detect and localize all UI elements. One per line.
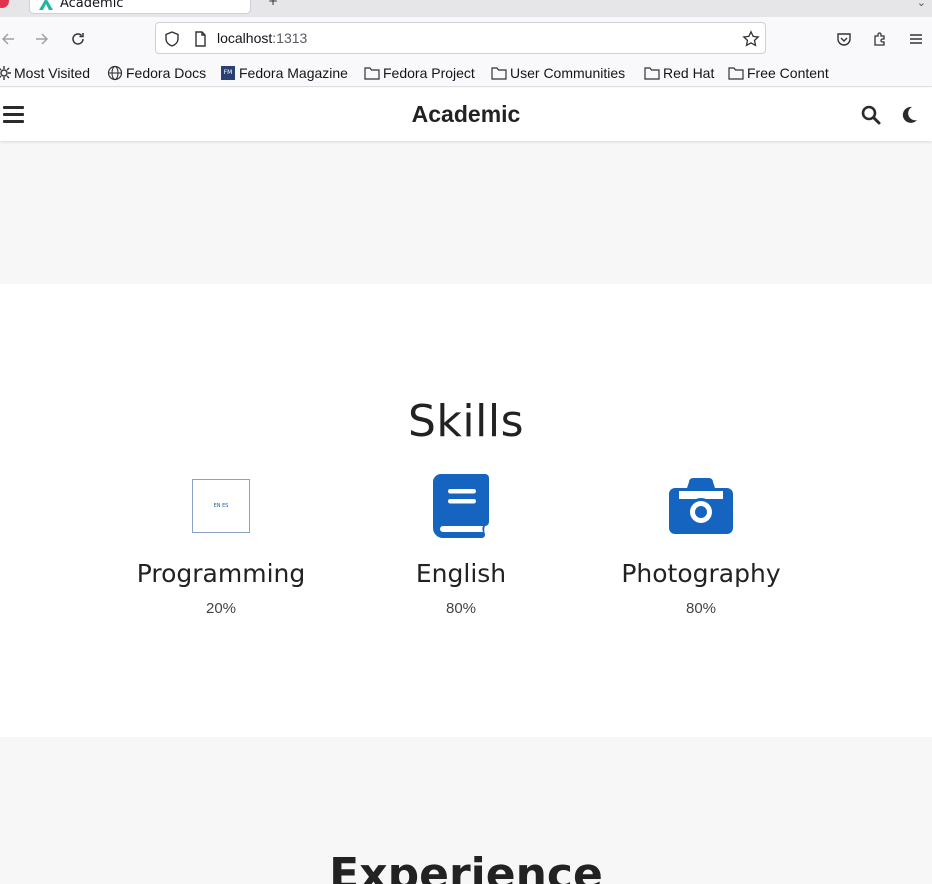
folder-icon: [491, 67, 507, 80]
bookmark-fedora-magazine[interactable]: FM Fedora Magazine: [220, 65, 348, 81]
window-close-button[interactable]: [0, 0, 9, 8]
skill-name: Photography: [621, 559, 781, 588]
bookmark-red-hat[interactable]: Red Hat: [644, 65, 714, 81]
arrow-left-icon: [1, 33, 14, 45]
reload-button[interactable]: [64, 26, 92, 52]
url-text: localhost:1313: [217, 30, 308, 46]
url-bar[interactable]: localhost:1313: [155, 22, 766, 54]
fedora-magazine-icon: FM: [221, 66, 235, 80]
reload-icon: [72, 33, 84, 45]
skill-programming: EN ES Programming 20%: [101, 474, 341, 617]
experience-heading: Experience: [329, 849, 603, 884]
new-tab-button[interactable]: +: [268, 0, 278, 8]
bookmarks-toolbar: Most Visited Fedora Docs FM Fedora Magaz…: [0, 61, 932, 87]
skill-english: English 80%: [341, 474, 581, 617]
pocket-button[interactable]: [830, 26, 858, 52]
pocket-icon: [837, 33, 851, 46]
bookmark-fedora-project[interactable]: Fedora Project: [364, 65, 475, 81]
broken-image-icon: EN ES: [192, 479, 250, 533]
site-navbar: Academic: [0, 88, 932, 141]
skill-percent: 80%: [445, 600, 477, 617]
tab-strip: Academic + ⌄: [0, 0, 932, 17]
skills-section: Skills EN ES Programming 20% English 80%: [0, 284, 932, 737]
arrow-right-icon: [36, 33, 49, 45]
skill-name: Programming: [136, 559, 306, 588]
menu-icon: [910, 34, 922, 44]
search-icon[interactable]: [861, 105, 881, 125]
hero-section: [0, 141, 932, 284]
extensions-button[interactable]: [866, 26, 894, 52]
tab-title: Academic: [60, 0, 124, 11]
globe-icon: [107, 65, 123, 81]
skill-percent: 20%: [205, 600, 237, 617]
navigation-toolbar: localhost:1313: [0, 17, 932, 61]
site-brand[interactable]: Academic: [0, 101, 932, 128]
skill-photography: Photography 80%: [581, 474, 821, 617]
forward-button[interactable]: [28, 26, 56, 52]
shield-icon[interactable]: [163, 30, 181, 48]
book-icon: [433, 474, 489, 538]
puzzle-icon: [874, 32, 885, 46]
page-icon[interactable]: [191, 30, 209, 48]
bookmark-fedora-docs[interactable]: Fedora Docs: [107, 65, 206, 81]
browser-tab[interactable]: Academic: [29, 0, 251, 14]
folder-icon: [728, 67, 744, 80]
folder-icon: [644, 67, 660, 80]
folder-icon: [364, 67, 380, 80]
gear-icon: [0, 66, 11, 80]
app-menu-button[interactable]: [902, 26, 930, 52]
skill-name: English: [415, 559, 507, 588]
bookmark-user-communities[interactable]: User Communities: [491, 65, 625, 81]
camera-icon: [669, 478, 733, 534]
academic-favicon-icon: [39, 0, 53, 10]
star-bookmark-icon[interactable]: [742, 30, 760, 48]
moon-icon[interactable]: [899, 105, 919, 125]
back-button[interactable]: [0, 26, 22, 52]
svg-text:FM: FM: [224, 69, 233, 76]
bookmark-free-content[interactable]: Free Content: [728, 65, 829, 81]
skill-percent: 80%: [685, 600, 717, 617]
list-tabs-icon[interactable]: ⌄: [917, 0, 926, 9]
skills-heading: Skills: [407, 396, 524, 447]
experience-section: Experience: [0, 737, 932, 884]
bookmark-most-visited[interactable]: Most Visited: [0, 65, 90, 81]
